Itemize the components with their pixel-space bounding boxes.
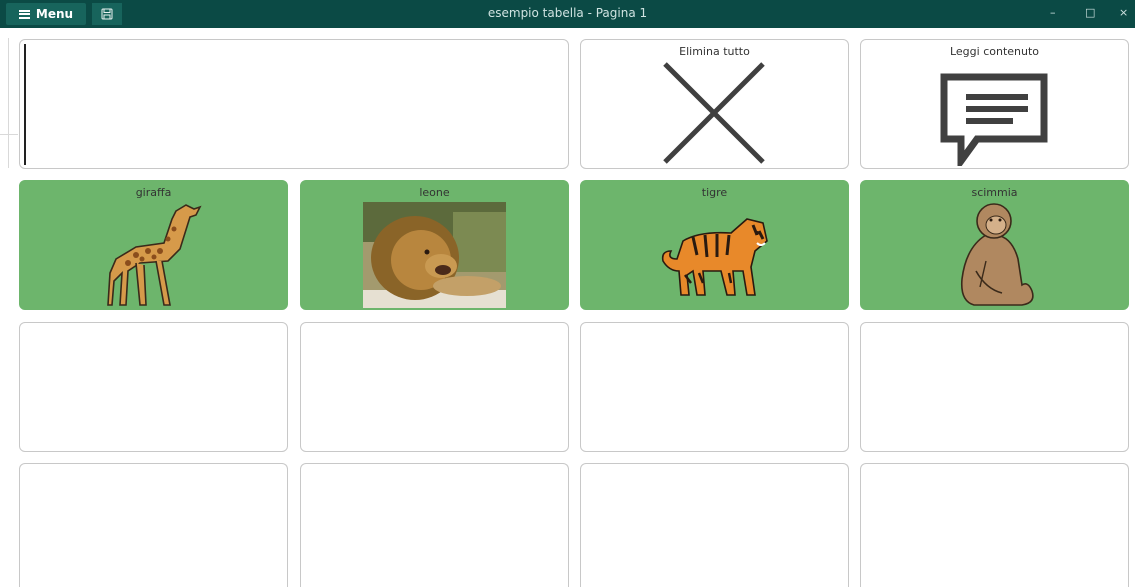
page-edge	[0, 38, 9, 168]
animal-label: tigre	[701, 186, 728, 199]
animal-cell-tigre[interactable]: tigre	[580, 180, 849, 310]
animal-cell-giraffa[interactable]: giraffa	[19, 180, 288, 310]
page-edge-marker	[0, 134, 18, 135]
delete-all-button[interactable]: Elimina tutto	[580, 39, 849, 169]
title-bar: Menu esempio tabella - Pagina 1 – □ ×	[0, 0, 1135, 28]
delete-all-label: Elimina tutto	[679, 45, 750, 58]
close-button[interactable]: ×	[1119, 6, 1128, 19]
animal-cell-leone[interactable]: leone	[300, 180, 569, 310]
empty-cell[interactable]	[300, 322, 569, 452]
text-cursor	[24, 44, 26, 165]
empty-cell[interactable]	[860, 463, 1129, 587]
empty-cell[interactable]	[860, 322, 1129, 452]
monkey-icon	[960, 203, 1034, 306]
giraffe-icon	[107, 204, 202, 306]
empty-cell[interactable]	[19, 463, 288, 587]
lion-photo	[363, 202, 506, 308]
maximize-button[interactable]: □	[1085, 6, 1095, 19]
animal-label: giraffa	[135, 186, 172, 199]
empty-cell[interactable]	[19, 322, 288, 452]
animal-label: scimmia	[971, 186, 1018, 199]
animal-label: leone	[419, 186, 450, 199]
speech-bubble-icon	[940, 73, 1048, 166]
read-content-button[interactable]: Leggi contenuto	[860, 39, 1129, 169]
x-icon	[663, 62, 765, 164]
empty-cell[interactable]	[580, 322, 849, 452]
empty-cell[interactable]	[580, 463, 849, 587]
animal-cell-scimmia[interactable]: scimmia	[860, 180, 1129, 310]
tiger-icon	[661, 218, 768, 296]
read-content-label: Leggi contenuto	[949, 45, 1040, 58]
minimize-button[interactable]: –	[1050, 6, 1056, 19]
window-title: esempio tabella - Pagina 1	[487, 6, 648, 20]
empty-cell[interactable]	[300, 463, 569, 587]
message-text-area[interactable]	[19, 39, 569, 169]
